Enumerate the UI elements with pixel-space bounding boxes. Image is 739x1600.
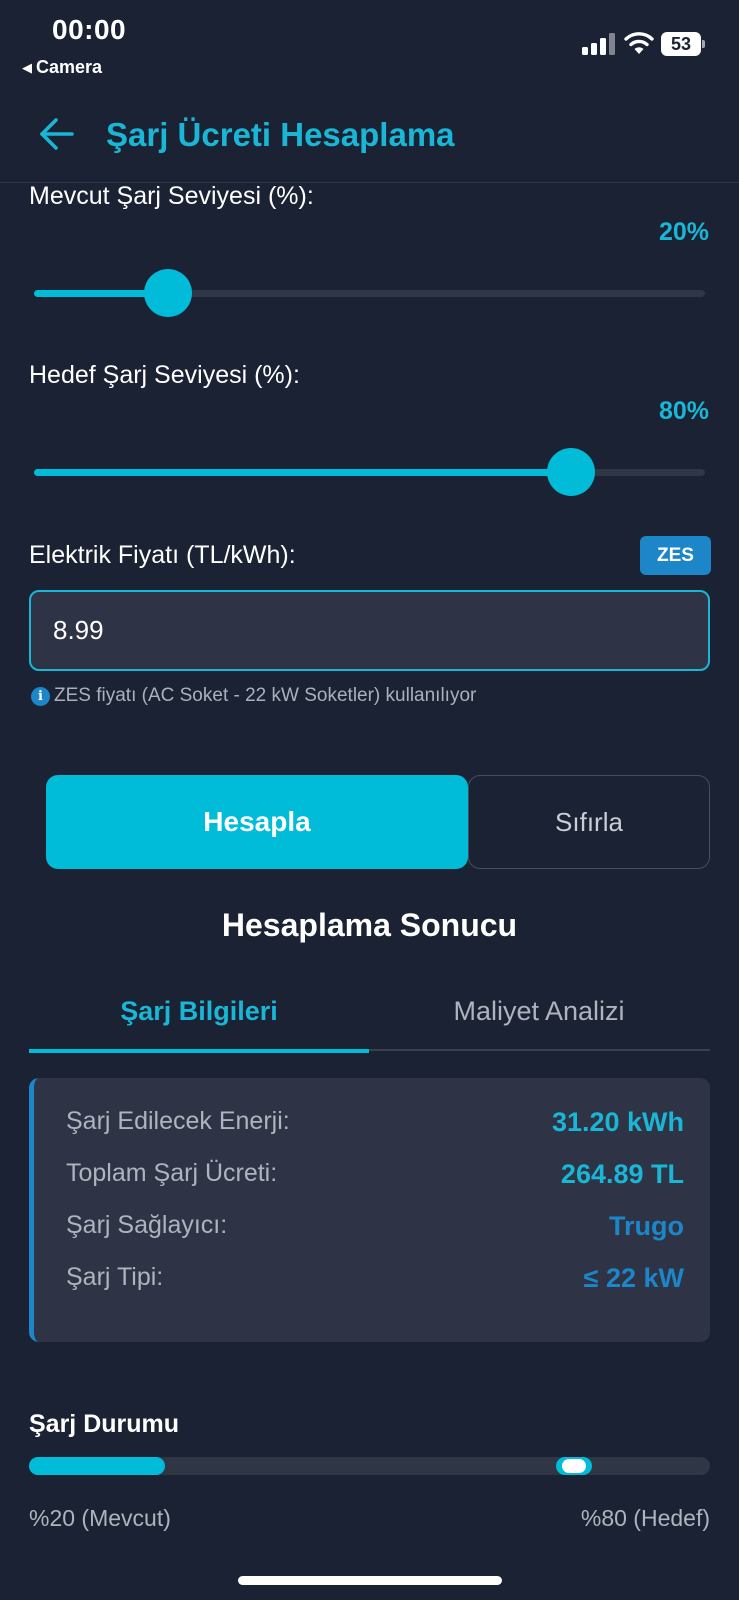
tab-charge-info[interactable]: Şarj Bilgileri <box>29 985 369 1053</box>
price-info-note: i ZES fiyatı (AC Soket - 22 kW Soketler) … <box>31 685 476 707</box>
target-charge-slider[interactable] <box>34 447 705 497</box>
slider-thumb[interactable] <box>546 448 595 496</box>
result-key: Şarj Sağlayıcı: <box>66 1211 228 1239</box>
result-title: Hesaplama Sonucu <box>221 907 518 943</box>
result-row-charge-type: Şarj Tipi: ≤ 22 kW <box>34 1263 710 1303</box>
page-title: Şarj Ücreti Hesaplama <box>106 116 455 153</box>
result-tabs: Şarj Bilgileri Maliyet Analizi <box>29 985 710 1053</box>
electricity-price-label: Elektrik Fiyatı (TL/kWh): <box>29 541 296 569</box>
status-bar: 00:00 ◀ Camera 53 <box>0 0 739 90</box>
back-triangle-icon: ◀ <box>22 60 32 75</box>
battery-icon: 53 <box>661 32 705 56</box>
charge-status-title: Şarj Durumu <box>29 1410 180 1438</box>
result-row-energy: Şarj Edilecek Enerji: 31.20 kWh <box>34 1107 710 1147</box>
result-card: Şarj Edilecek Enerji: 31.20 kWh Toplam Ş… <box>29 1078 710 1342</box>
slider-fill <box>34 469 571 476</box>
result-value: 31.20 kWh <box>551 1107 684 1137</box>
current-charge-label: Mevcut Şarj Seviyesi (%): <box>29 182 314 210</box>
target-charge-value: 80% <box>658 397 709 425</box>
info-icon: i <box>31 687 50 706</box>
result-key: Toplam Şarj Ücreti: <box>66 1159 278 1187</box>
electricity-price-input[interactable] <box>29 590 710 671</box>
charge-status-bar <box>29 1457 710 1475</box>
slider-thumb[interactable] <box>144 269 193 317</box>
charge-target-marker <box>555 1457 592 1475</box>
back-app-label: Camera <box>36 57 103 77</box>
provider-badge[interactable]: ZES <box>640 536 711 575</box>
reset-button[interactable]: Sıfırla <box>468 775 710 869</box>
result-row-provider: Şarj Sağlayıcı: Trugo <box>34 1211 710 1251</box>
battery-level: 53 <box>661 32 701 56</box>
result-row-total-cost: Toplam Şarj Ücreti: 264.89 TL <box>34 1159 710 1199</box>
result-value: 264.89 TL <box>560 1159 684 1189</box>
calculate-button[interactable]: Hesapla <box>46 775 468 869</box>
current-charge-value: 20% <box>658 218 709 246</box>
result-key: Şarj Tipi: <box>66 1263 164 1291</box>
charge-target-label: %80 (Hedef) <box>580 1505 710 1531</box>
cellular-signal-icon <box>582 33 616 55</box>
result-value: ≤ 22 kW <box>583 1263 684 1293</box>
price-info-text: ZES fiyatı (AC Soket - 22 kW Soketler) k… <box>54 685 477 706</box>
charge-current-fill <box>29 1457 166 1475</box>
back-arrow-icon[interactable] <box>38 116 78 152</box>
tab-cost-analysis[interactable]: Maliyet Analizi <box>369 985 709 1051</box>
charge-current-label: %20 (Mevcut) <box>29 1505 171 1531</box>
status-time: 00:00 <box>52 14 127 45</box>
app-header: Şarj Ücreti Hesaplama <box>0 100 739 183</box>
back-to-camera-link[interactable]: ◀ Camera <box>22 57 102 78</box>
result-value: Trugo <box>609 1211 684 1241</box>
home-indicator[interactable] <box>238 1576 502 1585</box>
current-charge-slider[interactable] <box>34 268 705 318</box>
wifi-icon <box>624 32 654 54</box>
target-charge-label: Hedef Şarj Seviyesi (%): <box>29 361 300 389</box>
result-key: Şarj Edilecek Enerji: <box>66 1107 290 1135</box>
